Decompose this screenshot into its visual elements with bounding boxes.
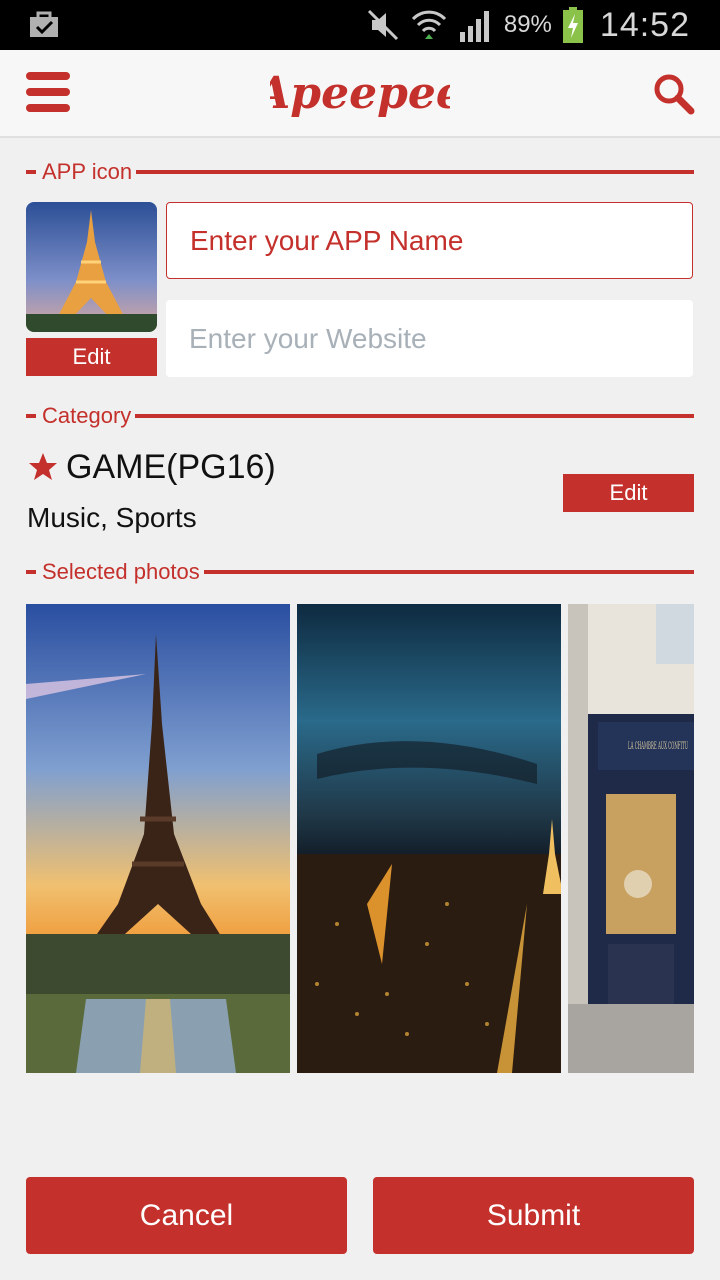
wifi-icon: [411, 10, 446, 39]
section-label: Category: [42, 403, 132, 428]
status-bar: 89% 14:52: [0, 0, 720, 50]
app-name-input[interactable]: [166, 202, 693, 279]
submit-button[interactable]: Submit: [373, 1177, 694, 1254]
mute-icon: [367, 9, 398, 41]
selected-photo-3[interactable]: LA CHAMBRE AUX CONFITU: [568, 604, 694, 1073]
edit-category-button[interactable]: Edit: [563, 474, 694, 512]
website-input[interactable]: [166, 300, 693, 377]
section-label: Selected photos: [42, 559, 200, 584]
app-bar: Apeepee: [0, 50, 720, 138]
battery-percent: 89%: [503, 11, 552, 38]
category-title: GAME(PG16): [66, 448, 276, 486]
svg-text:LA CHAMBRE AUX CONFITU: LA CHAMBRE AUX CONFITU: [628, 741, 688, 752]
selected-photo-1[interactable]: [26, 604, 290, 1073]
selected-photo-2[interactable]: [297, 604, 561, 1073]
app-logo: Apeepee: [270, 68, 450, 119]
app-icon-section-header: APP icon: [26, 157, 694, 187]
cancel-button[interactable]: Cancel: [26, 1177, 347, 1254]
section-label: APP icon: [42, 159, 133, 184]
photos-section-header: Selected photos: [26, 557, 694, 587]
clock: 14:52: [599, 5, 690, 44]
hamburger-menu-icon[interactable]: [26, 72, 70, 116]
svg-text:Apeepee: Apeepee: [270, 68, 450, 119]
category-subcategories: Music, Sports: [27, 502, 197, 533]
signal-icon: [459, 11, 489, 42]
battery-charging-icon: [562, 7, 583, 43]
app-icon-image[interactable]: [26, 202, 157, 332]
bag-check-icon: [30, 11, 58, 37]
category-section-header: Category: [26, 401, 694, 431]
star-icon: [29, 453, 57, 480]
search-icon[interactable]: [652, 72, 696, 116]
edit-icon-button[interactable]: Edit: [26, 338, 157, 376]
